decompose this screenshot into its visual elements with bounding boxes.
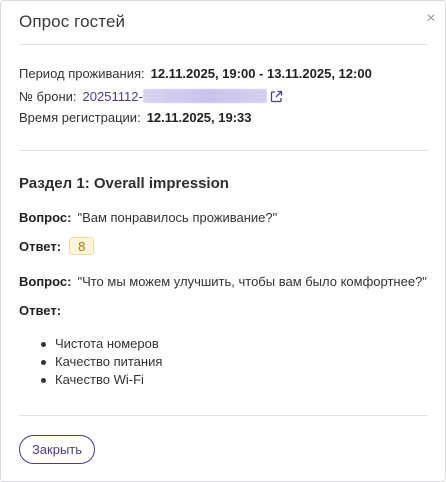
stay-period-row: Период проживания: 12.11.2025, 19:00 - 13… xyxy=(19,66,372,82)
close-icon[interactable]: × xyxy=(422,10,440,28)
footer-divider xyxy=(19,415,428,416)
registration-value: 12.11.2025, 19:33 xyxy=(146,110,252,125)
answer-1-label: Ответ: xyxy=(19,239,62,254)
registration-label: Время регистрации: xyxy=(19,110,141,125)
guest-survey-dialog: Опрос гостей × Период проживания: 12.11.2… xyxy=(0,0,446,482)
answer-2: Ответ: xyxy=(19,303,61,319)
external-link-icon[interactable] xyxy=(270,90,283,107)
registration-row: Время регистрации: 12.11.2025, 19:33 xyxy=(19,110,252,126)
question-2-label: Вопрос: xyxy=(19,274,72,289)
list-item: Качество Wi-Fi xyxy=(39,371,162,389)
question-1-text: "Вам понравилось проживание?" xyxy=(77,210,278,225)
list-item: Чистота номеров xyxy=(39,335,162,353)
list-item: Качество питания xyxy=(39,353,162,371)
section-title: Раздел 1: Overall impression xyxy=(19,175,229,192)
answer-2-list: Чистота номеров Качество питания Качеств… xyxy=(39,335,162,389)
booking-number: 20251112- xyxy=(82,89,143,104)
booking-number-redacted xyxy=(142,89,267,103)
answer-2-label: Ответ: xyxy=(19,303,62,318)
question-2: Вопрос: "Что мы можем улучшить, чтобы вам… xyxy=(19,274,427,290)
meta-divider xyxy=(19,150,428,151)
question-2-text: "Что мы можем улучшить, чтобы вам было к… xyxy=(77,274,427,289)
booking-label: № брони: xyxy=(19,89,77,104)
stay-period-label: Период проживания: xyxy=(19,66,145,81)
answer-1: Ответ: 8 xyxy=(19,237,95,255)
dialog-title: Опрос гостей xyxy=(19,12,126,31)
answer-1-score-badge: 8 xyxy=(69,237,95,255)
booking-number-link[interactable]: 20251112- xyxy=(83,89,283,104)
close-button[interactable]: Закрыть xyxy=(19,435,95,464)
question-1: Вопрос: "Вам понравилось проживание?" xyxy=(19,210,277,226)
header-divider xyxy=(19,44,428,45)
question-1-label: Вопрос: xyxy=(19,210,72,225)
booking-row: № брони: 20251112- xyxy=(19,89,283,107)
stay-period-value: 12.11.2025, 19:00 - 13.11.2025, 12:00 xyxy=(150,66,372,81)
